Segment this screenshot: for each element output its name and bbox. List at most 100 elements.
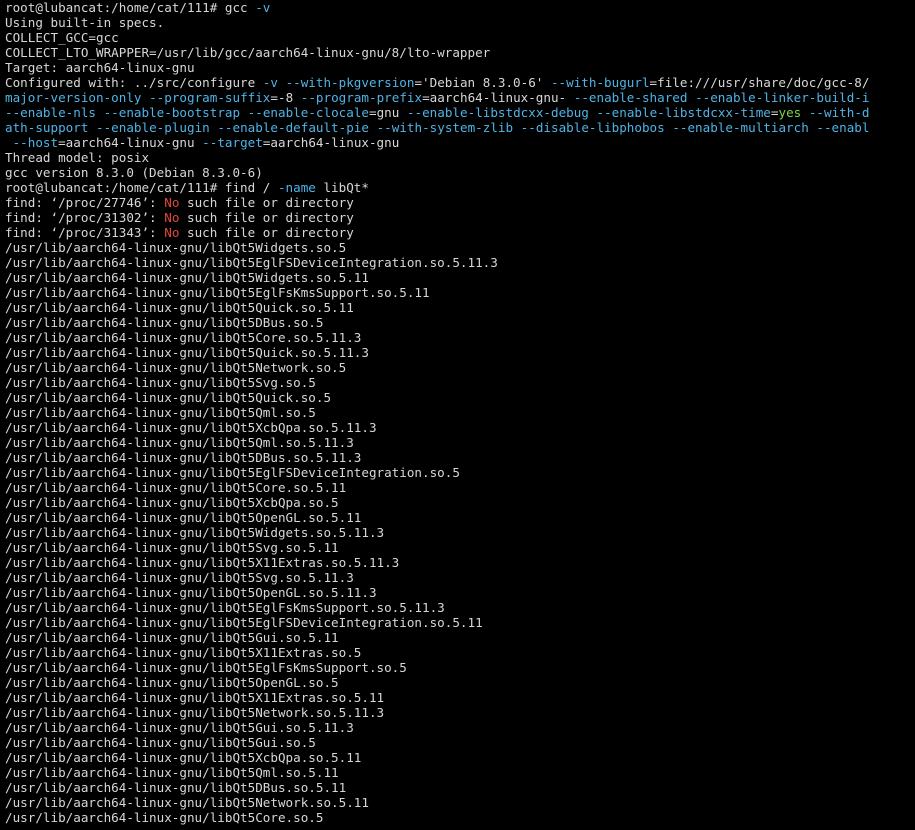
terminal-text-segment: --enable-multiarch <box>672 120 809 135</box>
terminal-line: /usr/lib/aarch64-linux-gnu/libQt5Svg.so.… <box>5 570 915 585</box>
terminal-text-segment: find: ‘/proc/27746’: <box>5 195 165 210</box>
terminal-line: /usr/lib/aarch64-linux-gnu/libQt5EglFsKm… <box>5 285 915 300</box>
terminal-output[interactable]: root@lubancat:/home/cat/111# gcc -v Using… <box>0 0 915 830</box>
terminal-line: /usr/lib/aarch64-linux-gnu/libQt5Widgets… <box>5 240 915 255</box>
terminal-text-segment: /usr/lib/aarch64-linux-gnu/libQt5Core.so… <box>5 480 347 495</box>
terminal-text-segment: ='Debian 8.3.0-6' <box>414 75 551 90</box>
terminal-text-segment: /usr/lib/aarch64-linux-gnu/libQt5Network… <box>5 795 369 810</box>
terminal-text-segment: such file or directory <box>179 210 354 225</box>
terminal-text-segment: such file or directory <box>179 195 354 210</box>
terminal-line: /usr/lib/aarch64-linux-gnu/libQt5DBus.so… <box>5 315 915 330</box>
terminal-text-segment: /usr/lib/aarch64-linux-gnu/libQt5Widgets… <box>5 270 369 285</box>
terminal-text-segment: /usr/lib/aarch64-linux-gnu/libQt5EglFsKm… <box>5 600 445 615</box>
terminal-text-segment: /usr/lib/aarch64-linux-gnu/libQt5OpenGL.… <box>5 675 339 690</box>
terminal-text-segment: /usr/lib/aarch64-linux-gnu/libQt5Gui.so.… <box>5 720 354 735</box>
terminal-line: /usr/lib/aarch64-linux-gnu/libQt5Qml.so.… <box>5 405 915 420</box>
terminal-line: /usr/lib/aarch64-linux-gnu/libQt5EglFSDe… <box>5 465 915 480</box>
terminal-text-segment: No <box>164 225 180 240</box>
terminal-text-segment: --enable-default-pie <box>217 120 369 135</box>
terminal-text-segment: /usr/lib/aarch64-linux-gnu/libQt5EglFsKm… <box>5 660 407 675</box>
terminal-text-segment: --target <box>202 135 263 150</box>
terminal-line: /usr/lib/aarch64-linux-gnu/libQt5Qml.so.… <box>5 435 915 450</box>
terminal-text-segment: =aarch64-linux-gnu- <box>422 90 574 105</box>
terminal-line: /usr/lib/aarch64-linux-gnu/libQt5Gui.so.… <box>5 735 915 750</box>
terminal-line: /usr/lib/aarch64-linux-gnu/libQt5EglFsKm… <box>5 600 915 615</box>
terminal-line: /usr/lib/aarch64-linux-gnu/libQt5OpenGL.… <box>5 585 915 600</box>
terminal-text-segment: =-8 <box>270 90 301 105</box>
terminal-text-segment: /usr/lib/aarch64-linux-gnu/libQt5OpenGL.… <box>5 510 362 525</box>
terminal-text-segment: =file:///usr/share/doc/gcc-8/ <box>649 75 870 90</box>
terminal-text-segment: --program-suffix <box>149 90 271 105</box>
terminal-text-segment: /usr/lib/aarch64-linux-gnu/libQt5Quick.s… <box>5 345 369 360</box>
terminal-text-segment: COLLECT_GCC=gcc <box>5 30 119 45</box>
terminal-line: --enable-nls --enable-bootstrap --enable… <box>5 105 915 120</box>
terminal-text-segment: /usr/lib/aarch64-linux-gnu/libQt5XcbQpa.… <box>5 420 377 435</box>
terminal-text-segment: -v <box>255 0 271 15</box>
terminal-line: /usr/lib/aarch64-linux-gnu/libQt5OpenGL.… <box>5 675 915 690</box>
terminal-text-segment: /usr/lib/aarch64-linux-gnu/libQt5DBus.so… <box>5 315 324 330</box>
terminal-text-segment: /usr/lib/aarch64-linux-gnu/libQt5Gui.so.… <box>5 735 316 750</box>
terminal-text-segment: ath-support <box>5 120 89 135</box>
terminal-line: /usr/lib/aarch64-linux-gnu/libQt5EglFSDe… <box>5 615 915 630</box>
terminal-line: /usr/lib/aarch64-linux-gnu/libQt5Network… <box>5 360 915 375</box>
terminal-line: /usr/lib/aarch64-linux-gnu/libQt5Network… <box>5 705 915 720</box>
terminal-text-segment: /usr/lib/aarch64-linux-gnu/libQt5Quick.s… <box>5 300 354 315</box>
terminal-line: gcc version 8.3.0 (Debian 8.3.0-6) <box>5 165 915 180</box>
terminal-text-segment: /usr/lib/aarch64-linux-gnu/libQt5Qml.so.… <box>5 435 354 450</box>
terminal-line: Configured with: ../src/configure -v --w… <box>5 75 915 90</box>
terminal-line: /usr/lib/aarch64-linux-gnu/libQt5Widgets… <box>5 270 915 285</box>
terminal-text-segment: COLLECT_LTO_WRAPPER=/usr/lib/gcc/aarch64… <box>5 45 491 60</box>
terminal-line: Thread model: posix <box>5 150 915 165</box>
terminal-text-segment: --with-bugurl <box>550 75 650 90</box>
terminal-text-segment: /usr/lib/aarch64-linux-gnu/libQt5EglFSDe… <box>5 465 460 480</box>
terminal-text-segment: --disable-libphobos <box>520 120 665 135</box>
terminal-text-segment: /usr/lib/aarch64-linux-gnu/libQt5XcbQpa.… <box>5 750 362 765</box>
terminal-line: /usr/lib/aarch64-linux-gnu/libQt5EglFSDe… <box>5 255 915 270</box>
terminal-text-segment: libQt* <box>315 180 369 195</box>
terminal-line: COLLECT_LTO_WRAPPER=/usr/lib/gcc/aarch64… <box>5 45 915 60</box>
terminal-text-segment: /usr/lib/aarch64-linux-gnu/libQt5Qml.so.… <box>5 405 316 420</box>
terminal-text-segment: /usr/lib/aarch64-linux-gnu/libQt5OpenGL.… <box>5 585 377 600</box>
terminal-line: root@lubancat:/home/cat/111# gcc -v <box>5 0 915 15</box>
terminal-text-segment: find: ‘/proc/31302’: <box>5 210 165 225</box>
terminal-line: /usr/lib/aarch64-linux-gnu/libQt5Core.so… <box>5 330 915 345</box>
terminal-text-segment: root@lubancat:/home/cat/111# find / <box>5 180 278 195</box>
terminal-line: COLLECT_GCC=gcc <box>5 30 915 45</box>
terminal-text-segment: Target: aarch64-linux-gnu <box>5 60 195 75</box>
terminal-text-segment: =aarch64-linux-gnu <box>262 135 400 150</box>
terminal-text-segment: /usr/lib/aarch64-linux-gnu/libQt5Widgets… <box>5 525 385 540</box>
terminal-text-segment: /usr/lib/aarch64-linux-gnu/libQt5DBus.so… <box>5 450 362 465</box>
terminal-text-segment: /usr/lib/aarch64-linux-gnu/libQt5Gui.so.… <box>5 630 339 645</box>
terminal-line: major-version-only --program-suffix=-8 -… <box>5 90 915 105</box>
terminal-text-segment: --enable-libstdcxx-debug <box>406 105 589 120</box>
terminal-text-segment: /usr/lib/aarch64-linux-gnu/libQt5EglFsKm… <box>5 285 430 300</box>
terminal-line: /usr/lib/aarch64-linux-gnu/libQt5Network… <box>5 795 915 810</box>
terminal-line: find: ‘/proc/27746’: No such file or dir… <box>5 195 915 210</box>
terminal-line: /usr/lib/aarch64-linux-gnu/libQt5Gui.so.… <box>5 630 915 645</box>
terminal-text-segment: /usr/lib/aarch64-linux-gnu/libQt5Svg.so.… <box>5 570 354 585</box>
terminal-text-segment: --enable-linker-build-i <box>695 90 870 105</box>
terminal-line: root@lubancat:/home/cat/111# find / -nam… <box>5 180 915 195</box>
terminal-text-segment: --enable-nls <box>5 105 96 120</box>
terminal-text-segment: --host <box>12 135 59 150</box>
terminal-text-segment: --enable-clocale <box>247 105 369 120</box>
terminal-line: /usr/lib/aarch64-linux-gnu/libQt5Widgets… <box>5 525 915 540</box>
terminal-text-segment: /usr/lib/aarch64-linux-gnu/libQt5Widgets… <box>5 240 347 255</box>
terminal-line: /usr/lib/aarch64-linux-gnu/libQt5Quick.s… <box>5 390 915 405</box>
terminal-text-segment: Using built-in specs. <box>5 15 165 30</box>
terminal-text-segment: =gnu <box>369 105 407 120</box>
terminal-line: ath-support --enable-plugin --enable-def… <box>5 120 915 135</box>
terminal-text-segment: --enable-plugin <box>96 120 210 135</box>
terminal-text-segment: No <box>164 210 180 225</box>
terminal-line: /usr/lib/aarch64-linux-gnu/libQt5X11Extr… <box>5 690 915 705</box>
terminal-line: /usr/lib/aarch64-linux-gnu/libQt5Gui.so.… <box>5 720 915 735</box>
terminal-line: /usr/lib/aarch64-linux-gnu/libQt5X11Extr… <box>5 645 915 660</box>
terminal-line: /usr/lib/aarch64-linux-gnu/libQt5Core.so… <box>5 480 915 495</box>
terminal-text-segment: Configured with: ../src/configure <box>5 75 263 90</box>
terminal-line: /usr/lib/aarch64-linux-gnu/libQt5XcbQpa.… <box>5 750 915 765</box>
